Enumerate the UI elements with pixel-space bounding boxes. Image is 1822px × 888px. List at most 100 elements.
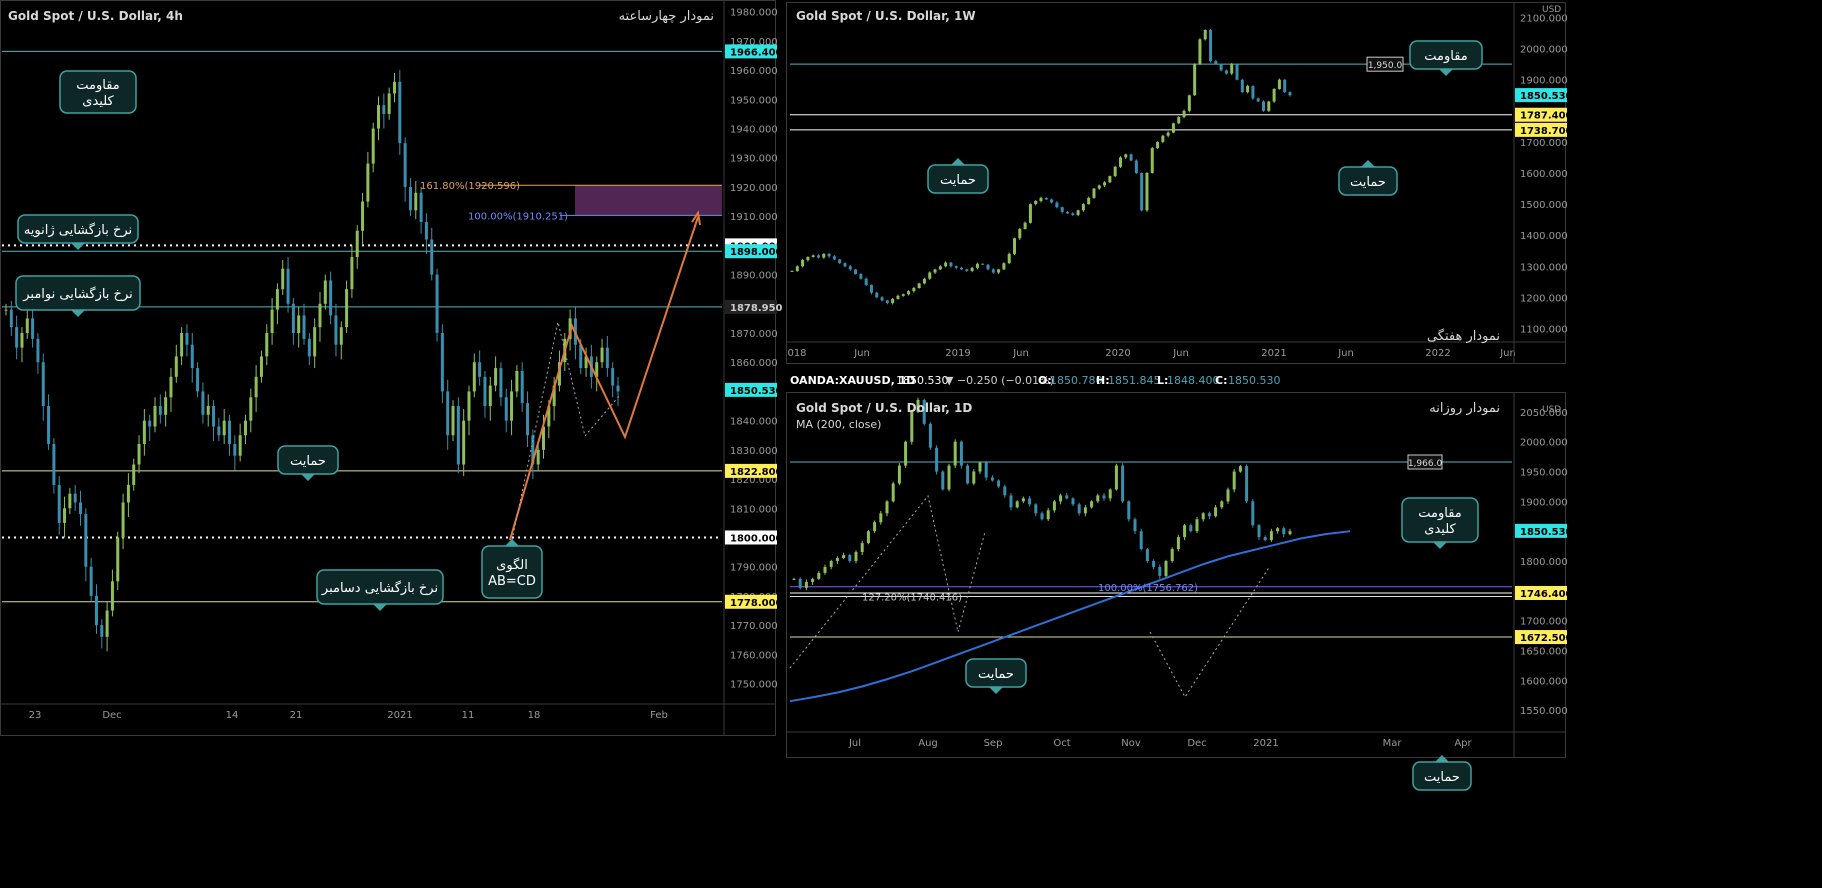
candle-body: [1276, 528, 1280, 532]
x-tick-label: Jun: [853, 348, 870, 359]
candle-body: [1171, 123, 1175, 133]
price-tag-label: 1672.500: [1520, 633, 1573, 644]
y-tick-label: 1950.000: [1520, 468, 1568, 479]
candle-body: [1267, 101, 1271, 111]
candle-body: [36, 338, 40, 363]
candle-body: [1015, 501, 1019, 508]
candle-body: [307, 338, 311, 357]
price-tag-label: 1850.530: [1520, 527, 1573, 538]
candle-body: [1133, 519, 1137, 532]
candle-body: [801, 260, 805, 267]
candle-body: [991, 269, 995, 273]
candle-body: [116, 537, 120, 582]
x-tick-label: Sep: [984, 738, 1003, 749]
callout-text: نرخ بازگشایی ژانویه: [24, 222, 132, 238]
candle-body: [947, 465, 951, 490]
candle-body: [196, 368, 200, 392]
candle-body: [265, 333, 269, 357]
candle-body: [164, 397, 168, 415]
candle-body: [600, 347, 604, 363]
candle-body: [997, 269, 1001, 273]
candle-body: [1219, 64, 1223, 71]
callout-text: نرخ بازگشایی نوامبر: [22, 286, 133, 302]
candle-body: [1028, 498, 1032, 505]
callout-text: کلیدی: [82, 94, 114, 109]
candle-body: [329, 280, 333, 316]
candle-body: [944, 262, 948, 267]
callout-support-right: حمایت: [1338, 160, 1398, 196]
callout-pointer: [505, 539, 519, 546]
candle-body: [1021, 498, 1025, 502]
y-tick-label: 1650.000: [1520, 646, 1568, 657]
candle-body: [885, 300, 889, 303]
candle-body: [816, 255, 820, 258]
candle-body: [1214, 507, 1218, 517]
candle-body: [1156, 141, 1160, 149]
candle-body: [47, 406, 51, 445]
candle-body: [960, 267, 964, 270]
callout-pointer: [71, 243, 85, 250]
candle-body: [424, 222, 428, 240]
candle-body: [1245, 466, 1249, 502]
candle-body: [1152, 561, 1156, 567]
x-tick-label: 14: [226, 710, 239, 721]
candle-body: [84, 514, 88, 567]
y-tick-label: 1750.000: [730, 680, 778, 691]
callout-text: حمایت: [978, 667, 1014, 682]
candle-body: [52, 444, 56, 485]
candle-body: [1238, 466, 1242, 472]
x-tick-label: Mar: [1383, 738, 1403, 749]
y-tick-label: 1870.000: [730, 329, 778, 340]
candle-body: [1118, 157, 1122, 167]
candle-body: [377, 105, 381, 129]
candle-body: [938, 266, 942, 270]
callout-pointer: [301, 474, 315, 481]
y-tick-label: 1840.000: [730, 417, 778, 428]
candle-body: [1097, 185, 1101, 189]
candle-body: [1226, 489, 1230, 502]
candle-body: [842, 555, 846, 559]
candle-body: [408, 186, 412, 211]
price-tag-label: 1966.400: [730, 47, 783, 58]
candle-body: [997, 480, 1001, 487]
candle-body: [121, 502, 125, 538]
candle-body: [1065, 211, 1069, 214]
candle-body: [41, 362, 45, 407]
y-tick-label: 1900.000: [1520, 76, 1568, 87]
candle-body: [907, 291, 911, 295]
candle-body: [1039, 197, 1043, 201]
candle-body: [1065, 495, 1069, 499]
x-axis-top-right: 018 Jun 2019 Jun 2020 Jun 2021 Jun 2022 Jun: [787, 348, 1515, 359]
y-tick-label: 1800.000: [1520, 557, 1568, 568]
candle-body: [1113, 166, 1117, 177]
candle-body: [896, 295, 900, 299]
candle-body: [31, 318, 35, 339]
candle-body: [1209, 29, 1213, 62]
candle-body: [798, 578, 802, 588]
candle-body: [954, 266, 958, 268]
candle-body: [835, 558, 839, 562]
candle-body: [1150, 148, 1154, 173]
symbol-bar-text: 1850.530: [896, 374, 949, 387]
candle-body: [811, 255, 815, 257]
candle-body: [174, 356, 178, 377]
x-axis-bottom-right: Jul Aug Sep Oct Nov Dec 2021 Mar Apr: [848, 738, 1473, 749]
candle-body: [1269, 531, 1273, 541]
candle-body: [1195, 519, 1199, 532]
x-tick-label: Jun: [1499, 348, 1516, 359]
callout-key-resistance: مقاومتکلیدی: [1401, 497, 1479, 549]
x-tick-label: Dec: [1187, 738, 1206, 749]
x-tick-label: Jun: [1012, 348, 1029, 359]
candle-body: [403, 143, 407, 187]
candle-body: [928, 423, 932, 448]
price-tag-label: 1778.000: [730, 598, 783, 609]
x-tick-label: Dec: [102, 710, 121, 721]
x-tick-label: 21: [290, 710, 303, 721]
levels-top-right: 1850.530 1787.400 1738.700: [790, 63, 1573, 137]
candle-body: [302, 315, 306, 339]
candle-body: [1283, 79, 1287, 93]
x-tick-label: 2021: [1253, 738, 1278, 749]
candle-body: [1235, 64, 1239, 80]
candle-body: [928, 272, 932, 279]
candle-body: [811, 578, 815, 582]
